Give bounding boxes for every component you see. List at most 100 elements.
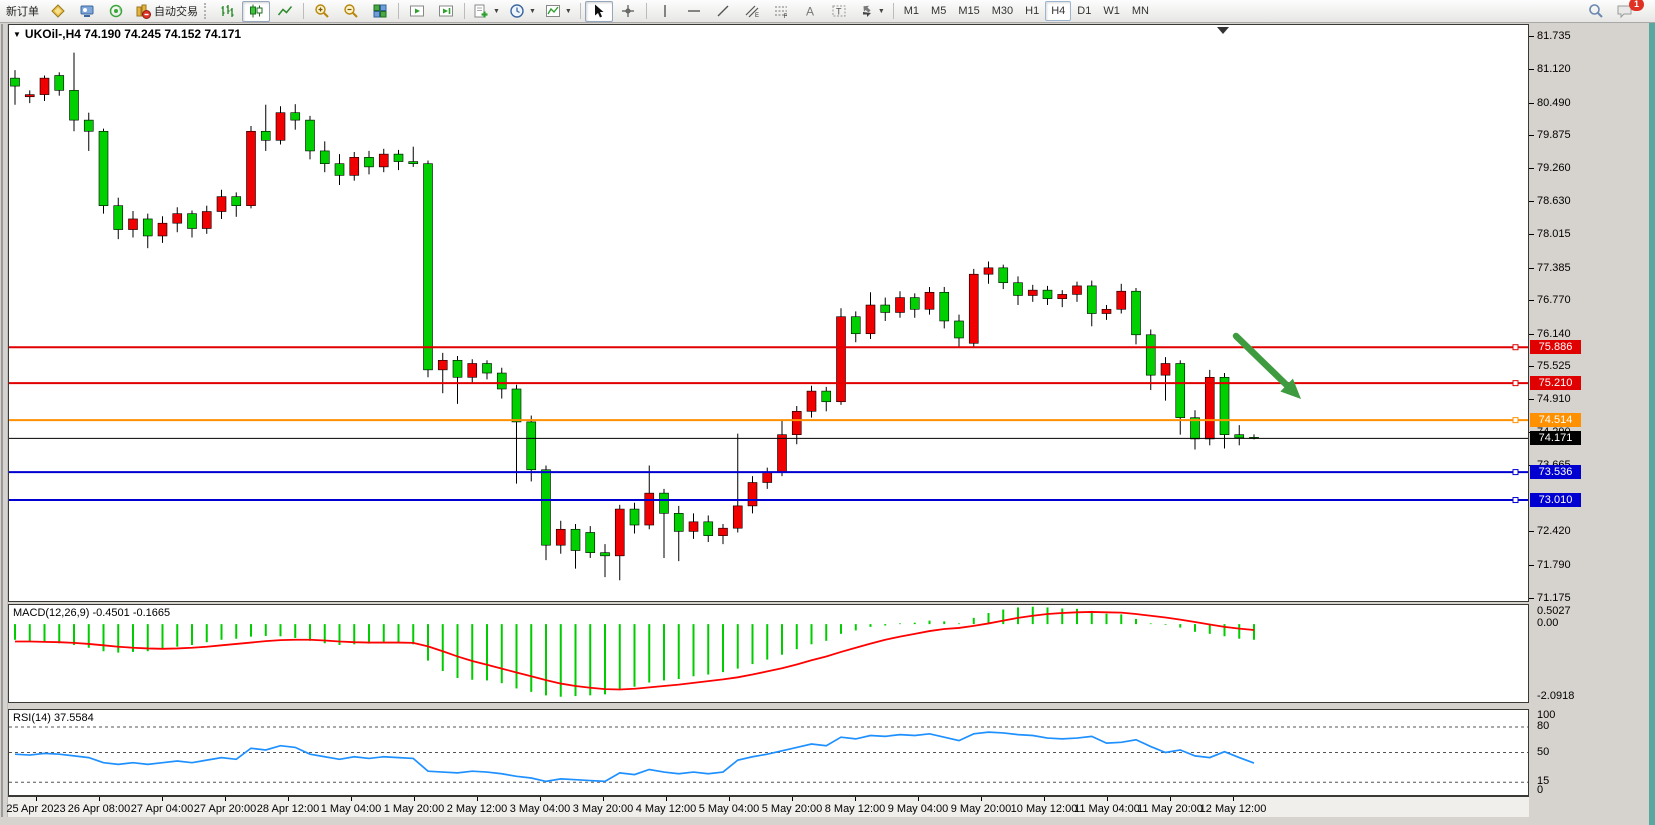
- price-axis[interactable]: 81.73581.12080.49079.87579.26078.63078.0…: [1529, 24, 1649, 796]
- timeframe-d1[interactable]: D1: [1071, 1, 1097, 21]
- candle: [837, 308, 846, 405]
- svg-text:E: E: [755, 13, 759, 19]
- horizontal-line-tool-button[interactable]: [680, 1, 708, 22]
- vertical-line-tool-button[interactable]: [651, 1, 679, 22]
- time-axis-label: 10 May 12:00: [1011, 803, 1078, 815]
- main-chart-panel[interactable]: ▼ UKOil-,H4 74.190 74.245 74.152 74.171: [8, 24, 1529, 602]
- new-order-button[interactable]: 新订单: [2, 1, 43, 22]
- line-chart-icon: [277, 3, 293, 19]
- fibonacci-tool-button[interactable]: F: [767, 1, 795, 22]
- funds-button[interactable]: [44, 1, 72, 22]
- timeframe-h1[interactable]: H1: [1019, 1, 1045, 21]
- text-label-tool-button[interactable]: T: [825, 1, 853, 22]
- price-tick-mark: [1529, 234, 1534, 235]
- price-line-tag-74.171: 74.171: [1530, 431, 1581, 445]
- cursor-tool-button[interactable]: [585, 1, 613, 22]
- new-chart-icon: [473, 3, 489, 19]
- candle: [910, 293, 919, 317]
- text-tool-button[interactable]: A: [796, 1, 824, 22]
- price-tick-label: 71.175: [1537, 592, 1571, 604]
- line-handle[interactable]: [1513, 470, 1518, 475]
- time-tick-mark: [1170, 797, 1171, 801]
- time-axis-label: 9 May 04:00: [888, 803, 949, 815]
- tile-windows-button[interactable]: [366, 1, 394, 22]
- candle: [1043, 286, 1052, 305]
- time-axis-label: 11 May 04:00: [1074, 803, 1140, 815]
- trendline-icon: [715, 3, 731, 19]
- timeframe-h4[interactable]: H4: [1045, 1, 1071, 21]
- candle: [748, 476, 757, 513]
- indicators-button[interactable]: ▼: [541, 1, 576, 22]
- timeframe-mn[interactable]: MN: [1126, 1, 1155, 21]
- line-handle[interactable]: [1513, 345, 1518, 350]
- time-axis-label: 25 Apr 2023: [6, 803, 65, 815]
- price-tick-mark: [1529, 135, 1534, 136]
- toolbar-separator: [303, 3, 304, 19]
- timeframe-m1[interactable]: M1: [898, 1, 925, 21]
- timeframe-m5[interactable]: M5: [925, 1, 952, 21]
- macd-panel[interactable]: MACD(12,26,9) -0.4501 -0.1665: [8, 604, 1529, 703]
- rsi-panel[interactable]: RSI(14) 37.5584: [8, 709, 1529, 796]
- window-edge-scrollbar[interactable]: [1649, 0, 1655, 825]
- crosshair-tool-button[interactable]: [614, 1, 642, 22]
- search-button[interactable]: [1582, 1, 1610, 22]
- timeframe-m30[interactable]: M30: [986, 1, 1019, 21]
- trendline-tool-button[interactable]: [709, 1, 737, 22]
- time-tick-mark: [603, 797, 604, 801]
- market-watch-button[interactable]: [73, 1, 101, 22]
- price-line-tag-75.886: 75.886: [1530, 340, 1581, 354]
- macd-canvas[interactable]: [9, 605, 1528, 702]
- candle: [615, 505, 624, 580]
- zoom-out-button[interactable]: [337, 1, 365, 22]
- candle: [394, 150, 403, 170]
- toolbar: 新订单 自动交易 ▼ ▼ ▼: [0, 0, 1655, 23]
- candle: [1235, 425, 1244, 445]
- window-left-grip[interactable]: [1, 24, 8, 817]
- time-axis-label: 1 May 20:00: [384, 803, 445, 815]
- line-handle[interactable]: [1513, 381, 1518, 386]
- price-tick-mark: [1529, 399, 1534, 400]
- main-chart-canvas[interactable]: [9, 25, 1528, 601]
- time-axis[interactable]: 25 Apr 202326 Apr 08:0027 Apr 04:0027 Ap…: [8, 796, 1529, 817]
- candle: [1191, 410, 1200, 449]
- price-tick-mark: [1529, 69, 1534, 70]
- zoom-in-button[interactable]: [308, 1, 336, 22]
- auto-scroll-button[interactable]: [403, 1, 431, 22]
- rsi-canvas[interactable]: [9, 710, 1528, 795]
- chart-shift-button[interactable]: [432, 1, 460, 22]
- line-handle[interactable]: [1513, 418, 1518, 423]
- candle: [1073, 282, 1082, 302]
- candlestick-chart-type-button[interactable]: [242, 1, 270, 22]
- price-tick-label: 78.015: [1537, 228, 1571, 240]
- price-line-tag-73.536: 73.536: [1530, 465, 1581, 479]
- arrows-tool-button[interactable]: ▼: [854, 1, 889, 22]
- price-line-tag-75.210: 75.210: [1530, 376, 1581, 390]
- timeframe-w1[interactable]: W1: [1097, 1, 1126, 21]
- period-button[interactable]: ▼: [505, 1, 540, 22]
- crosshair-icon: [620, 3, 636, 19]
- notifications-button[interactable]: 1: [1611, 1, 1639, 22]
- time-tick-mark: [351, 797, 352, 801]
- symbol-caret-icon[interactable]: ▼: [13, 30, 21, 39]
- chart-shift-marker-icon[interactable]: [1217, 27, 1229, 34]
- time-tick-mark: [1044, 797, 1045, 801]
- candle: [1176, 360, 1185, 434]
- channel-tool-button[interactable]: E: [738, 1, 766, 22]
- auto-trading-icon: [135, 3, 151, 19]
- time-tick-mark: [666, 797, 667, 801]
- line-chart-type-button[interactable]: [271, 1, 299, 22]
- price-tick-label: 74.910: [1537, 393, 1571, 405]
- line-handle[interactable]: [1513, 498, 1518, 503]
- timeframe-m15[interactable]: M15: [952, 1, 985, 21]
- annotation-arrow[interactable]: [1236, 336, 1287, 385]
- price-tick-mark: [1529, 103, 1534, 104]
- auto-trading-button[interactable]: 自动交易: [131, 1, 202, 22]
- bar-chart-type-button[interactable]: [213, 1, 241, 22]
- symbol-title-text: UKOil-,H4 74.190 74.245 74.152 74.171: [25, 27, 241, 41]
- candle: [925, 287, 934, 315]
- signals-button[interactable]: [102, 1, 130, 22]
- new-chart-button[interactable]: ▼: [469, 1, 504, 22]
- price-tick-mark: [1529, 201, 1534, 202]
- candle: [969, 269, 978, 347]
- toolbar-grip[interactable]: [204, 3, 209, 19]
